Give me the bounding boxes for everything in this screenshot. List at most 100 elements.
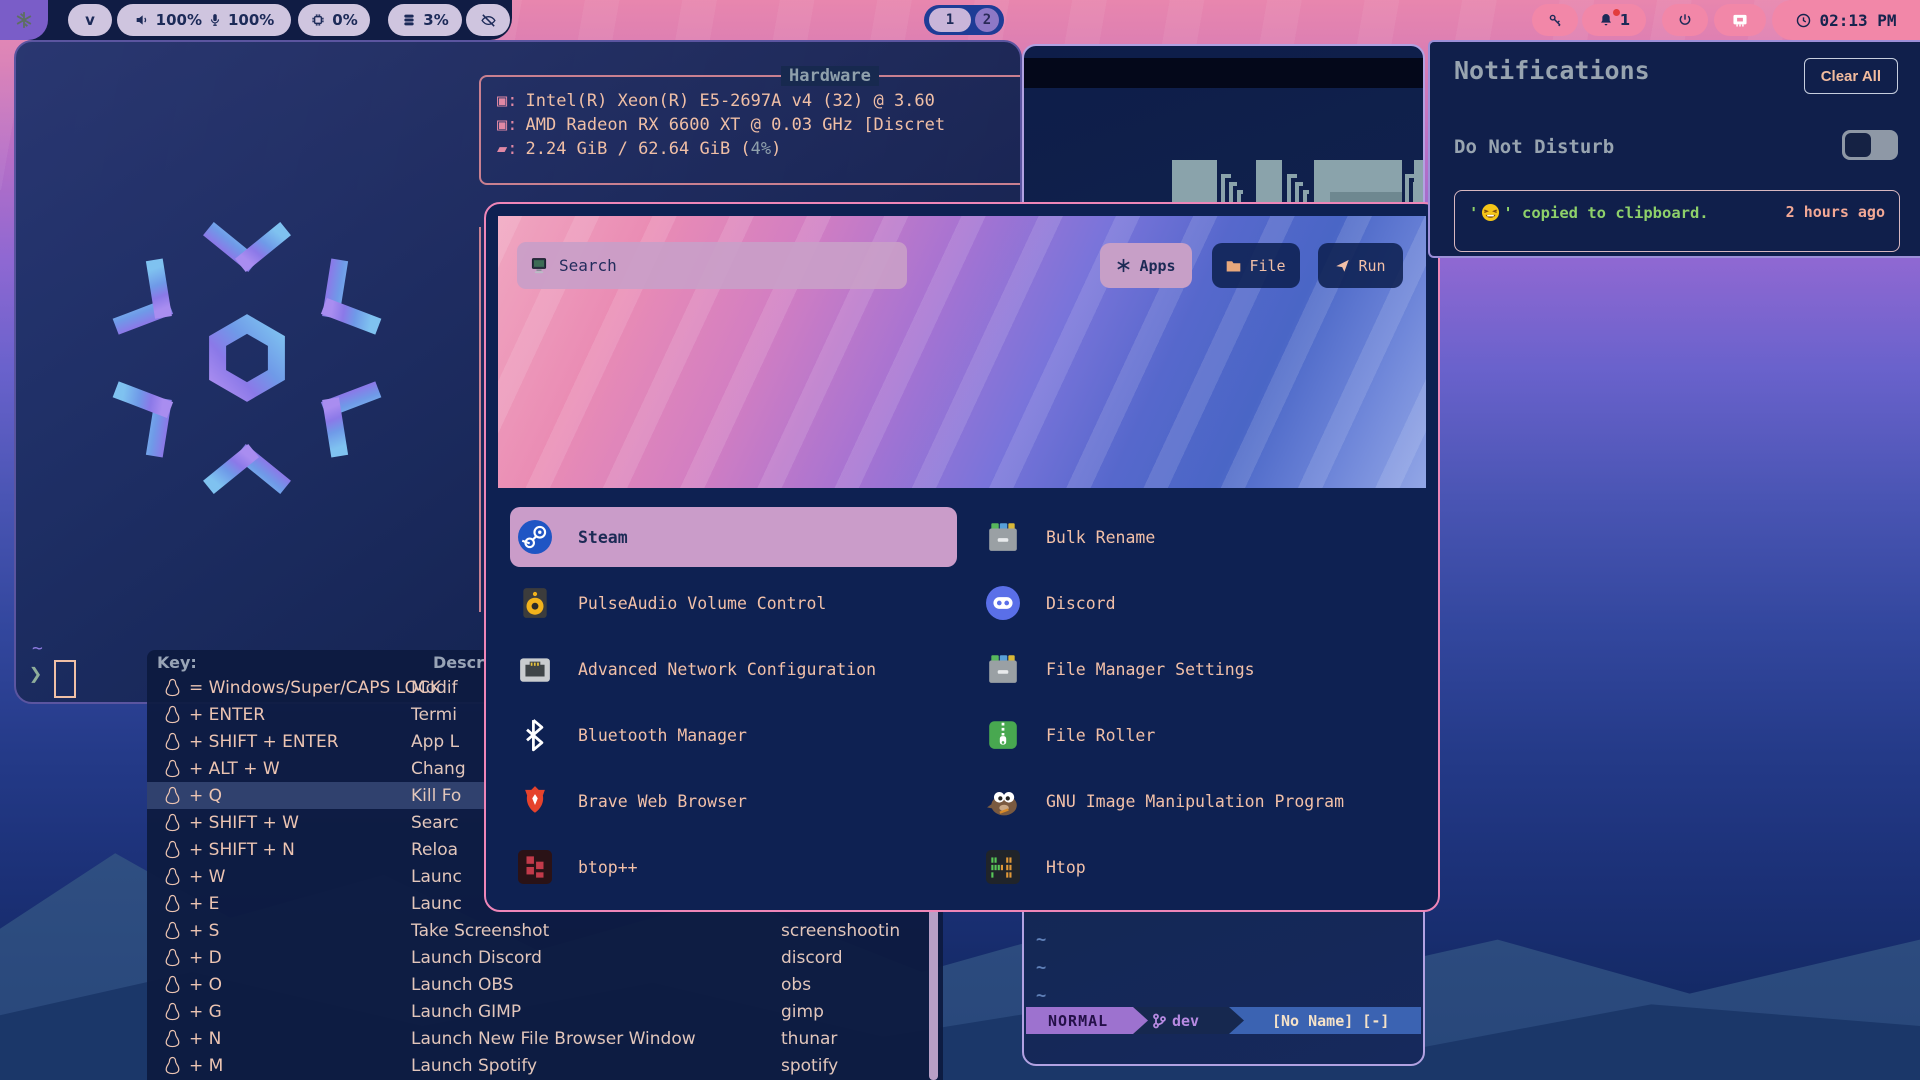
super-key-icon [165, 1056, 180, 1075]
super-key-icon [165, 759, 180, 778]
super-key-icon [165, 705, 180, 724]
keys-icon [1547, 12, 1564, 29]
ethernet-icon [1731, 12, 1749, 28]
workspace-1-active[interactable]: 1 [929, 8, 971, 32]
cpu-pill[interactable]: 0% [298, 4, 370, 36]
tab-apps[interactable]: Apps [1100, 243, 1192, 288]
notification-card[interactable]: ' ' copied to clipboard. 2 hours ago [1454, 190, 1900, 252]
memory-pill[interactable]: 3% [388, 4, 462, 36]
brave-icon [518, 784, 552, 818]
workspace-switcher: 1 2 [924, 5, 1004, 35]
statusline-file-segment: [No Name] [-] [1216, 1007, 1421, 1034]
keybinds-header-key: Key: [157, 653, 197, 672]
prompt-path: ~ [32, 638, 43, 659]
file-cabinet-icon [986, 652, 1020, 686]
app-item-file-roller[interactable]: File Roller [978, 705, 1422, 765]
super-key-icon [165, 813, 180, 832]
super-key-icon [165, 867, 180, 886]
tab-run[interactable]: Run [1318, 243, 1403, 288]
app-item-advanced-network[interactable]: Advanced Network Configuration [510, 639, 957, 699]
file-cabinet-icon [986, 520, 1020, 554]
clock-icon [1795, 12, 1812, 29]
occluded-box-border [479, 227, 481, 612]
ethernet-port-icon [518, 652, 552, 686]
notification-badge-dot [1613, 9, 1620, 16]
database-icon [401, 12, 417, 28]
keybind-row[interactable]: + MLaunch Spotifyspotify [147, 1052, 923, 1079]
vim-empty-line: ~ [1036, 986, 1046, 1006]
pulseaudio-icon [518, 586, 552, 620]
clock-widget[interactable]: 02:13 PM [1772, 0, 1920, 40]
app-item-btop[interactable]: btop++ [510, 837, 957, 897]
laughing-emoji-icon [1481, 203, 1500, 222]
file-roller-icon [986, 718, 1020, 752]
app-item-bluetooth[interactable]: Bluetooth Manager [510, 705, 957, 765]
git-branch-icon [1152, 1013, 1166, 1029]
keybind-row[interactable]: + GLaunch GIMPgimp [147, 998, 923, 1025]
workspace-2[interactable]: 2 [975, 8, 999, 32]
super-key-icon [165, 921, 180, 940]
tab-file[interactable]: File [1212, 243, 1300, 288]
app-item-htop[interactable]: Htop [978, 837, 1422, 897]
dnd-toggle-knob [1845, 133, 1871, 157]
app-item-pulseaudio[interactable]: PulseAudio Volume Control [510, 573, 957, 633]
vim-terminal-titlebar[interactable] [1024, 58, 1423, 88]
dnd-toggle[interactable] [1842, 130, 1898, 160]
super-key-icon [165, 678, 180, 697]
pixel-art-bracket [1286, 168, 1310, 204]
search-computer-icon [529, 256, 549, 276]
keybind-row[interactable]: + OLaunch OBSobs [147, 971, 923, 998]
bell-icon [1598, 12, 1614, 28]
terminal-cursor[interactable] [54, 660, 76, 698]
app-item-brave[interactable]: Brave Web Browser [510, 771, 957, 831]
notification-timestamp: 2 hours ago [1786, 203, 1885, 221]
launcher-menu-pill[interactable]: v [68, 4, 112, 36]
pixel-art-block [1414, 160, 1425, 204]
eye-slash-icon [480, 12, 497, 29]
keybind-row[interactable]: + DLaunch Discorddiscord [147, 944, 923, 971]
keyring-pill[interactable] [1532, 4, 1578, 36]
nixos-logo [69, 180, 425, 536]
super-key-icon [165, 975, 180, 994]
audio-pill[interactable]: 100% 100% [117, 4, 291, 36]
hardware-box-title: Hardware [781, 66, 879, 86]
vim-empty-line: ~ [1036, 958, 1046, 978]
app-item-file-manager-settings[interactable]: File Manager Settings [978, 639, 1422, 699]
app-item-gimp[interactable]: GNU Image Manipulation Program [978, 771, 1422, 831]
hardware-info-box: Hardware ▣:Intel(R) Xeon(R) E5-2697A v4 … [479, 75, 1022, 185]
app-item-steam[interactable]: Steam [510, 507, 957, 567]
memory-line: ▰:2.24 GiB / 62.64 GiB (4%) [497, 139, 781, 159]
folder-icon [1226, 259, 1241, 273]
super-key-icon [165, 840, 180, 859]
keybind-row[interactable]: + NLaunch New File Browser Windowthunar [147, 1025, 923, 1052]
statusline-mode-segment: NORMAL [1026, 1007, 1148, 1034]
network-pill[interactable] [1714, 4, 1766, 36]
bluetooth-icon [518, 718, 552, 752]
htop-icon [986, 850, 1020, 884]
gpu-icon: ▣: [497, 115, 517, 135]
gpu-line: ▣:AMD Radeon RX 6600 XT @ 0.03 GHz [Disc… [497, 115, 945, 135]
power-pill[interactable] [1662, 4, 1708, 36]
app-item-discord[interactable]: Discord [978, 573, 1422, 633]
notifications-title: Notifications [1454, 56, 1650, 85]
btop-icon [518, 850, 552, 884]
prompt-arrow: ❯ [29, 662, 42, 687]
nix-menu-button[interactable] [0, 0, 48, 40]
idle-inhibit-pill[interactable] [466, 4, 510, 36]
vim-statusline: [No Name] [-] dev NORMAL [1026, 1007, 1421, 1034]
clear-all-button[interactable]: Clear All [1804, 58, 1898, 94]
desktop: { "topbar": { "launcher_pill": "v", "vol… [0, 0, 1920, 1080]
power-icon [1677, 12, 1693, 28]
keybind-row[interactable]: + STake Screenshotscreenshootin [147, 917, 923, 944]
app-item-bulk-rename[interactable]: Bulk Rename [978, 507, 1422, 567]
pixel-art-block [1256, 160, 1282, 204]
search-bar[interactable] [517, 242, 907, 289]
super-key-icon [165, 732, 180, 751]
pixel-art-block [1172, 160, 1217, 204]
search-input[interactable] [559, 256, 859, 275]
notifications-pill[interactable]: 1 [1582, 4, 1646, 36]
pixel-art-bracket [1220, 168, 1244, 204]
super-key-icon [165, 948, 180, 967]
super-key-icon [165, 786, 180, 805]
dnd-label: Do Not Disturb [1454, 136, 1614, 158]
